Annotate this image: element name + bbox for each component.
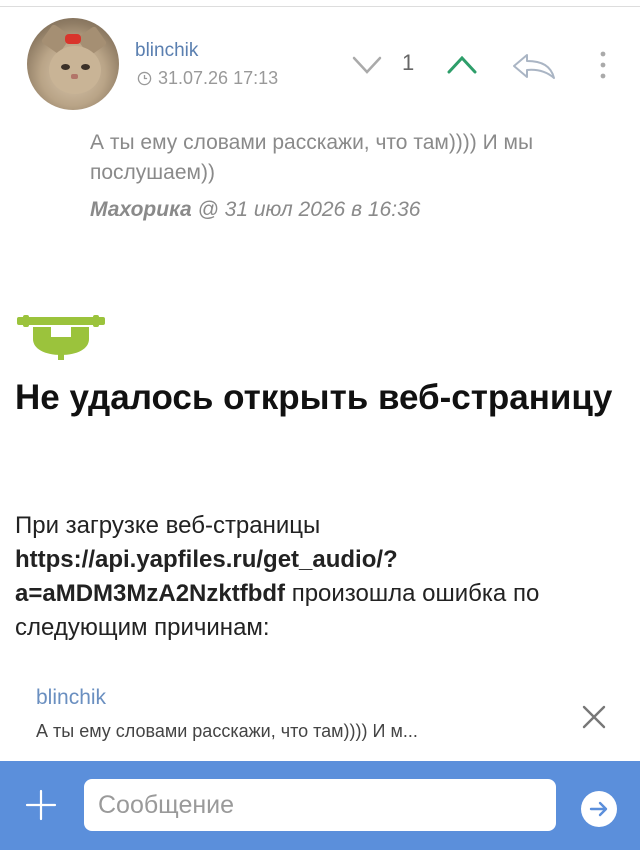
error-title: Не удалось открыть веб-страницу (15, 378, 613, 417)
quote-author[interactable]: Махорика (90, 198, 192, 221)
chevron-up-icon[interactable] (447, 56, 477, 74)
clock-icon (137, 71, 152, 86)
post-author[interactable]: blinchik (135, 40, 198, 62)
send-icon (589, 801, 608, 817)
quote-meta: Махорика @ 31 июл 2026 в 16:36 (90, 198, 420, 222)
top-divider (0, 6, 640, 7)
post-date-text: 31.07.26 17:13 (158, 68, 279, 88)
message-composer (0, 761, 640, 850)
message-input[interactable] (84, 779, 556, 831)
chevron-down-icon[interactable] (352, 56, 382, 74)
reply-preview-text: А ты ему словами расскажи, что там)))) И… (36, 721, 418, 741)
post-score: 1 (402, 50, 415, 75)
reply-icon[interactable] (511, 52, 557, 80)
quote-text: А ты ему словами расскажи, что там)))) И… (90, 131, 534, 184)
close-icon[interactable] (582, 705, 606, 729)
post-date: 31.07.26 17:13 (137, 68, 278, 89)
avatar[interactable] (27, 18, 119, 110)
more-icon[interactable] (597, 50, 609, 80)
android-icon (17, 315, 105, 360)
reply-preview-author: blinchik (36, 686, 107, 709)
quote-timestamp: @ 31 июл 2026 в 16:36 (191, 198, 421, 221)
error-body: При загрузке веб-страницы https://api.ya… (15, 509, 625, 645)
error-intro: При загрузке веб-страницы (15, 512, 321, 539)
plus-icon[interactable] (25, 789, 57, 821)
send-button[interactable] (581, 791, 617, 827)
